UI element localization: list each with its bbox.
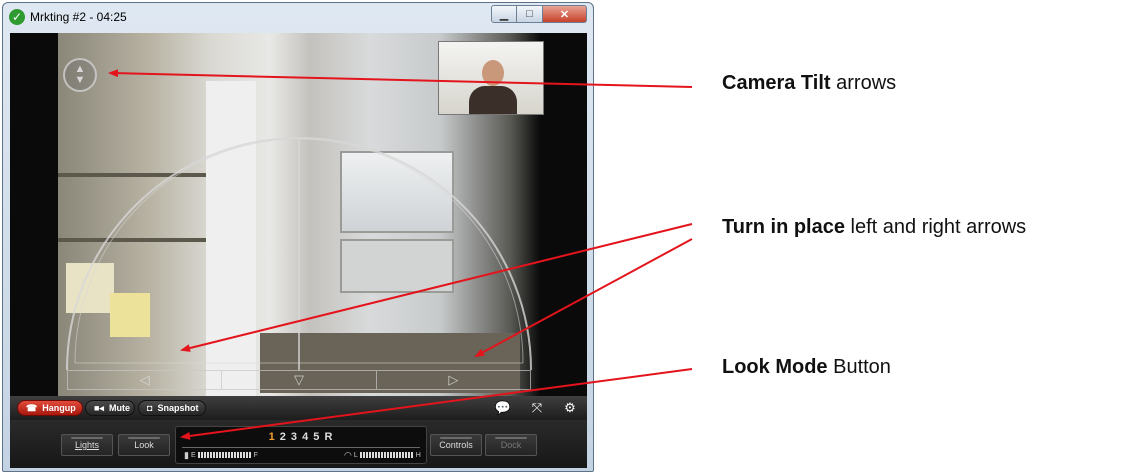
client-area: ▲ ▼ ◁ ▽ ▷ ☎ Hangup ■◂ Mute ◘ Snapshot 💬 … xyxy=(10,33,587,468)
controls-button[interactable]: Controls xyxy=(430,434,482,456)
speed-active[interactable]: 1 xyxy=(269,431,276,443)
wifi-low-label: L xyxy=(353,451,358,459)
title-bar[interactable]: ✓ Mrkting #2 - 04:25 ▁ □ ✕ xyxy=(3,3,593,33)
snapshot-icon: ◘ xyxy=(147,403,153,413)
battery-bar xyxy=(197,452,252,458)
mute-label: Mute xyxy=(108,403,130,413)
control-panel: Lights Look 1 2 3 4 5 R ▮ E F ◠ L H Cont… xyxy=(10,420,587,468)
maximize-button[interactable]: □ xyxy=(517,5,543,23)
battery-meter: ▮ E F xyxy=(184,450,258,460)
annotation-turn-rest: left and right arrows xyxy=(844,216,1027,238)
annotation-turn-bold: Turn in place xyxy=(722,216,845,238)
drive-arc-overlay[interactable] xyxy=(10,33,587,396)
turn-left-button[interactable]: ◁ xyxy=(68,371,223,389)
annotation-look-bold: Look Mode xyxy=(722,356,828,378)
dock-button[interactable]: Dock xyxy=(485,434,537,456)
status-display: 1 2 3 4 5 R ▮ E F ◠ L H xyxy=(175,426,427,464)
wifi-icon: ◠ xyxy=(344,449,352,460)
hangup-button[interactable]: ☎ Hangup xyxy=(17,400,83,416)
app-window: ✓ Mrkting #2 - 04:25 ▁ □ ✕ ▲ ▼ ◁ ▽ ▷ ☎ H… xyxy=(2,2,594,472)
mute-button[interactable]: ■◂ Mute xyxy=(85,400,135,416)
camera-icon: ■◂ xyxy=(94,402,104,413)
battery-empty-label: E xyxy=(190,451,196,459)
close-button[interactable]: ✕ xyxy=(543,5,587,23)
annotation-turn-in-place: Turn in place left and right arrows xyxy=(722,216,1026,239)
speed-selector[interactable]: 1 2 3 4 5 R xyxy=(176,431,426,443)
annotation-camera-tilt-bold: Camera Tilt xyxy=(722,72,831,94)
window-title: Mrkting #2 - 04:25 xyxy=(30,10,127,24)
annotation-camera-tilt: Camera Tilt arrows xyxy=(722,72,896,95)
annotation-camera-tilt-rest: arrows xyxy=(830,72,897,94)
video-feed[interactable]: ▲ ▼ ◁ ▽ ▷ xyxy=(10,33,587,396)
chat-icon[interactable]: 💬 xyxy=(493,399,513,417)
settings-gear-icon[interactable]: ⚙ xyxy=(560,399,580,417)
battery-icon: ▮ xyxy=(184,449,189,460)
hangup-label: Hangup xyxy=(42,403,76,413)
call-toolbar: ☎ Hangup ■◂ Mute ◘ Snapshot 💬 ⤧ ⚙ xyxy=(10,396,587,420)
look-mode-button[interactable]: Look xyxy=(118,434,170,456)
back-button[interactable]: ▽ xyxy=(222,371,377,389)
battery-full-label: F xyxy=(253,451,258,459)
annotation-look-rest: Button xyxy=(827,356,891,378)
annotation-look-mode: Look Mode Button xyxy=(722,356,891,379)
snapshot-button[interactable]: ◘ Snapshot xyxy=(138,400,206,416)
wifi-high-label: H xyxy=(415,451,421,459)
drive-button-bar: ◁ ▽ ▷ xyxy=(67,370,531,390)
fullscreen-icon[interactable]: ⤧ xyxy=(527,399,547,417)
minimize-button[interactable]: ▁ xyxy=(491,5,517,23)
app-check-icon: ✓ xyxy=(9,9,25,25)
display-divider xyxy=(182,447,420,448)
phone-icon: ☎ xyxy=(26,402,38,413)
window-controls: ▁ □ ✕ xyxy=(491,5,587,23)
lights-button[interactable]: Lights xyxy=(61,434,113,456)
turn-right-button[interactable]: ▷ xyxy=(377,371,530,389)
wifi-bar xyxy=(359,452,414,458)
speed-options[interactable]: 2 3 4 5 R xyxy=(276,431,334,443)
snapshot-label: Snapshot xyxy=(157,403,199,413)
wifi-meter: ◠ L H xyxy=(344,450,421,460)
